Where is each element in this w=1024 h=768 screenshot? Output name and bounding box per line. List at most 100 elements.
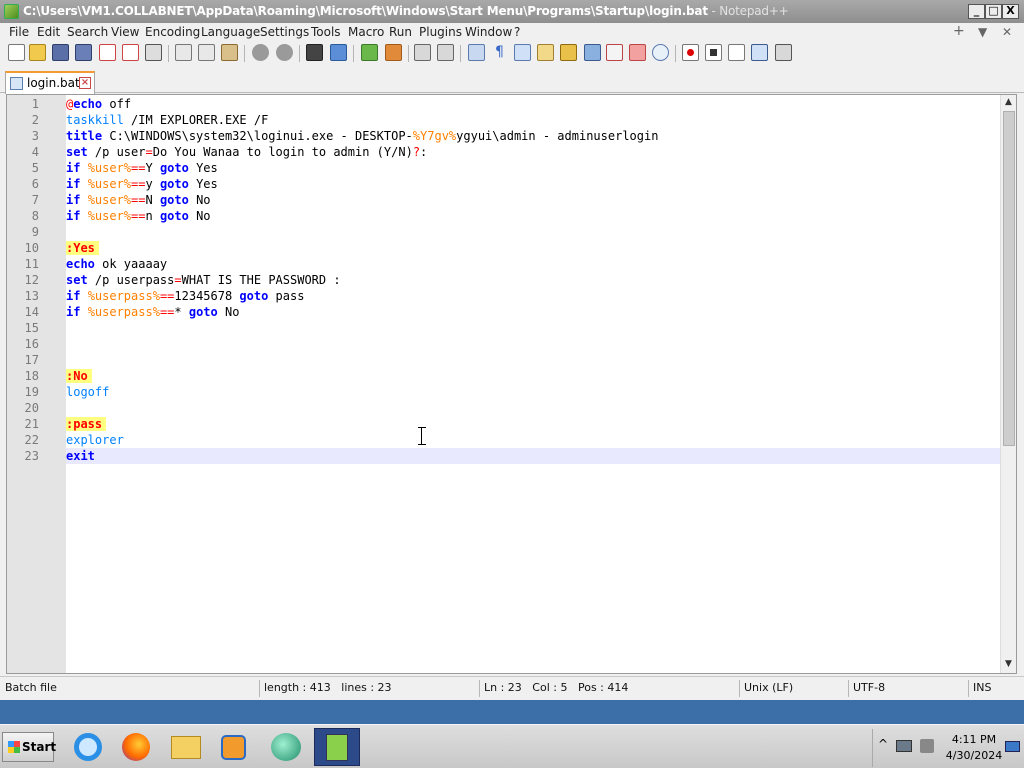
code-line[interactable]: taskkill /IM EXPLORER.EXE /F bbox=[66, 112, 1000, 128]
firefox-icon[interactable] bbox=[118, 729, 154, 765]
undo-icon[interactable] bbox=[252, 44, 269, 61]
code-line[interactable]: if %user%==N goto No bbox=[66, 192, 1000, 208]
play-macro-icon[interactable] bbox=[728, 44, 745, 61]
save-all-icon[interactable] bbox=[75, 44, 92, 61]
minimize-button[interactable]: _ bbox=[968, 4, 985, 19]
menu-settings[interactable]: Settings bbox=[260, 25, 309, 39]
file-explorer-icon[interactable] bbox=[168, 729, 204, 765]
scroll-down-icon[interactable]: ▼ bbox=[1003, 659, 1014, 670]
copy-icon[interactable] bbox=[198, 44, 215, 61]
redo-icon[interactable] bbox=[276, 44, 293, 61]
sync-horizontal-icon[interactable] bbox=[437, 44, 454, 61]
monitoring-icon[interactable] bbox=[652, 44, 669, 61]
zoom-in-icon[interactable] bbox=[361, 44, 378, 61]
network-icon[interactable] bbox=[896, 740, 912, 752]
internet-explorer-icon[interactable] bbox=[70, 729, 106, 765]
new-tab-icon[interactable]: + bbox=[953, 23, 965, 39]
code-line[interactable]: if %user%==n goto No bbox=[66, 208, 1000, 224]
close-all-icon[interactable] bbox=[122, 44, 139, 61]
code-line[interactable]: :Yes bbox=[66, 240, 1000, 256]
code-area[interactable]: @echo off taskkill /IM EXPLORER.EXE /F tit… bbox=[66, 95, 1000, 673]
menu-edit[interactable]: Edit bbox=[37, 25, 60, 39]
code-line[interactable]: if %userpass%==* goto No bbox=[66, 304, 1000, 320]
notepad-plus-plus-taskbar-icon[interactable] bbox=[314, 728, 360, 766]
code-line[interactable]: if %user%==Y goto Yes bbox=[66, 160, 1000, 176]
tab-login-bat[interactable]: login.bat × bbox=[5, 71, 95, 94]
editor-pane[interactable]: 1 2 3 4 5 6 7 8 9 10 11 12 13 14 15 16 17 18 19 20 21 22 23 @e… bbox=[6, 94, 1017, 674]
zoom-out-icon[interactable] bbox=[385, 44, 402, 61]
code-line[interactable] bbox=[66, 320, 1000, 336]
paste-icon[interactable] bbox=[221, 44, 238, 61]
show-hidden-icons-icon[interactable]: ^ bbox=[878, 737, 888, 751]
code-line[interactable]: explorer bbox=[66, 432, 1000, 448]
media-player-icon[interactable] bbox=[216, 729, 252, 765]
menu-encoding[interactable]: Encoding bbox=[145, 25, 200, 39]
save-icon[interactable] bbox=[52, 44, 69, 61]
word-wrap-icon[interactable] bbox=[468, 44, 485, 61]
menu-language[interactable]: Language bbox=[201, 25, 260, 39]
code-line[interactable]: exit bbox=[66, 448, 1000, 464]
menu-plugins[interactable]: Plugins bbox=[419, 25, 462, 39]
code-line[interactable] bbox=[66, 352, 1000, 368]
tab-close-icon[interactable]: × bbox=[79, 77, 91, 89]
code-line[interactable]: :pass bbox=[66, 416, 1000, 432]
clock-time[interactable]: 4:11 PM bbox=[946, 733, 1002, 746]
chat-app-icon[interactable] bbox=[268, 729, 304, 765]
windows-logo-icon bbox=[8, 741, 20, 753]
code-line[interactable] bbox=[66, 224, 1000, 240]
code-line[interactable]: logoff bbox=[66, 384, 1000, 400]
function-list-icon[interactable] bbox=[606, 44, 623, 61]
code-line[interactable]: @echo off bbox=[66, 96, 1000, 112]
status-insert-mode[interactable]: INS bbox=[968, 680, 991, 697]
code-line[interactable]: if %user%==y goto Yes bbox=[66, 176, 1000, 192]
menu-tools[interactable]: Tools bbox=[311, 25, 341, 39]
open-folder-icon[interactable] bbox=[29, 44, 46, 61]
print-icon[interactable] bbox=[145, 44, 162, 61]
clock-date[interactable]: 4/30/2024 bbox=[944, 749, 1004, 762]
code-line[interactable]: if %userpass%==12345678 goto pass bbox=[66, 288, 1000, 304]
menu-window[interactable]: Window bbox=[465, 25, 512, 39]
menu-run[interactable]: Run bbox=[389, 25, 412, 39]
record-macro-icon[interactable] bbox=[682, 44, 699, 61]
status-eol[interactable]: Unix (LF) bbox=[739, 680, 793, 697]
show-desktop-icon[interactable] bbox=[1005, 741, 1020, 752]
menu-help[interactable]: ? bbox=[514, 25, 520, 39]
vertical-scrollbar[interactable]: ▲ ▼ bbox=[1000, 95, 1016, 673]
close-doc-icon[interactable]: ✕ bbox=[1002, 25, 1012, 39]
tab-list-icon[interactable]: ▼ bbox=[978, 25, 987, 39]
menu-file[interactable]: File bbox=[9, 25, 29, 39]
doc-map-icon[interactable] bbox=[560, 44, 577, 61]
scroll-up-icon[interactable]: ▲ bbox=[1003, 97, 1014, 108]
stop-macro-icon[interactable] bbox=[705, 44, 722, 61]
start-button[interactable]: Start bbox=[2, 732, 56, 762]
maximize-button[interactable]: □ bbox=[985, 4, 1002, 19]
code-line[interactable]: :No bbox=[66, 368, 1000, 384]
menu-view[interactable]: View bbox=[111, 25, 139, 39]
run-macro-multiple-icon[interactable] bbox=[751, 44, 768, 61]
replace-icon[interactable] bbox=[330, 44, 347, 61]
code-line[interactable]: title C:\WINDOWS\system32\loginui.exe - … bbox=[66, 128, 1000, 144]
code-line[interactable] bbox=[66, 336, 1000, 352]
indent-guide-icon[interactable] bbox=[514, 44, 531, 61]
find-icon[interactable] bbox=[306, 44, 323, 61]
user-defined-lang-icon[interactable] bbox=[537, 44, 554, 61]
cut-icon[interactable] bbox=[175, 44, 192, 61]
doc-list-icon[interactable] bbox=[584, 44, 601, 61]
new-file-icon[interactable] bbox=[8, 44, 25, 61]
folder-workspace-icon[interactable] bbox=[629, 44, 646, 61]
menu-search[interactable]: Search bbox=[67, 25, 108, 39]
scrollbar-thumb[interactable] bbox=[1003, 111, 1015, 446]
code-line[interactable]: set /p user=Do You Wanaa to login to adm… bbox=[66, 144, 1000, 160]
status-encoding[interactable]: UTF-8 bbox=[848, 680, 885, 697]
volume-muted-icon[interactable] bbox=[920, 739, 934, 753]
code-line[interactable] bbox=[66, 400, 1000, 416]
show-all-chars-icon[interactable]: ¶ bbox=[491, 44, 508, 61]
close-button[interactable]: X bbox=[1002, 4, 1019, 19]
code-line[interactable]: echo ok yaaaay bbox=[66, 256, 1000, 272]
code-line[interactable]: set /p userpass=WHAT IS THE PASSWORD : bbox=[66, 272, 1000, 288]
save-macro-icon[interactable] bbox=[775, 44, 792, 61]
line-number: 19 bbox=[24, 385, 39, 399]
menu-macro[interactable]: Macro bbox=[348, 25, 384, 39]
close-file-icon[interactable] bbox=[99, 44, 116, 61]
sync-vertical-icon[interactable] bbox=[414, 44, 431, 61]
